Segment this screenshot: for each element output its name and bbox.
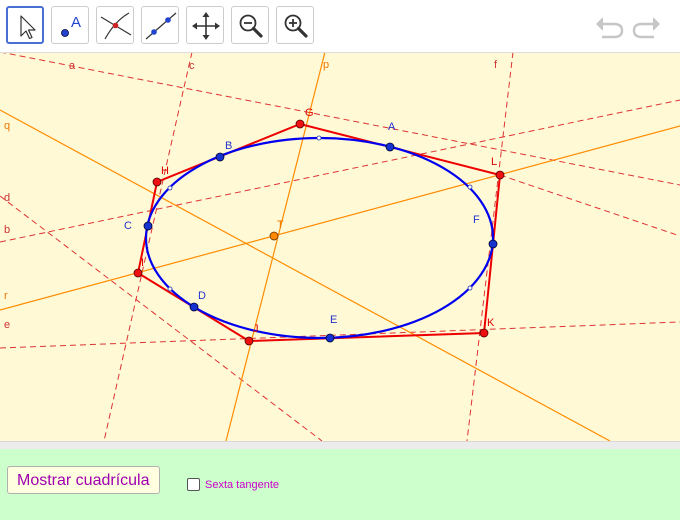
move-graphics-view-button[interactable] xyxy=(186,6,224,44)
sixth-tangent-checkbox[interactable] xyxy=(187,478,200,491)
label-line-c: c xyxy=(189,60,195,72)
graphics-view[interactable]: A B C D E F G H I J K L T a b c d e f p … xyxy=(0,53,680,441)
zoom-out-button[interactable] xyxy=(231,6,269,44)
line-c xyxy=(103,53,193,441)
label-line-r: r xyxy=(4,290,8,302)
point-f[interactable] xyxy=(488,239,498,249)
label-line-q: q xyxy=(4,120,10,132)
label-line-p: p xyxy=(323,59,329,71)
label-t: T xyxy=(277,219,284,231)
label-f: F xyxy=(473,214,480,226)
move-arrows-icon xyxy=(192,12,220,40)
label-h: H xyxy=(161,165,169,177)
tangency-point xyxy=(467,285,473,291)
point-on-line-icon xyxy=(145,12,177,40)
label-g: G xyxy=(305,107,314,119)
label-j: J xyxy=(253,323,259,335)
zoom-in-button[interactable] xyxy=(276,6,314,44)
tangency-point xyxy=(167,286,173,292)
point-t[interactable] xyxy=(269,231,279,241)
tangency-point xyxy=(167,185,173,191)
toolbar: A xyxy=(0,0,680,53)
point-on-object-tool-button[interactable] xyxy=(141,6,179,44)
label-d: D xyxy=(198,290,206,302)
point-g[interactable] xyxy=(295,119,305,129)
redo-button[interactable] xyxy=(630,12,662,40)
point-b[interactable] xyxy=(215,152,225,162)
point-d[interactable] xyxy=(189,302,199,312)
sixth-tangent-label: Sexta tangente xyxy=(205,479,280,491)
label-line-b: b xyxy=(4,224,10,236)
tangency-point xyxy=(316,135,322,141)
label-b: B xyxy=(225,140,232,152)
label-line-e: e xyxy=(4,319,10,331)
point-tool-button[interactable]: A xyxy=(51,6,89,44)
point-e[interactable] xyxy=(325,333,335,343)
move-tool-button[interactable] xyxy=(6,6,44,44)
label-e: E xyxy=(330,314,337,326)
line-q xyxy=(0,109,611,441)
line-l-extension xyxy=(499,174,680,237)
redo-icon xyxy=(632,17,660,39)
label-line-a: a xyxy=(69,60,76,72)
point-c[interactable] xyxy=(143,221,153,231)
show-grid-button[interactable]: Mostrar cuadrícula xyxy=(7,466,160,494)
point-j[interactable] xyxy=(244,336,254,346)
intersect-icon xyxy=(100,12,132,40)
intersect-tool-button[interactable] xyxy=(96,6,134,44)
label-line-f: f xyxy=(494,59,498,71)
panel-divider[interactable] xyxy=(0,441,680,449)
undo-button[interactable] xyxy=(594,12,626,40)
point-l[interactable] xyxy=(495,170,505,180)
tangency-point xyxy=(467,184,473,190)
undo-icon xyxy=(596,17,624,39)
bottom-panel: Mostrar cuadrícula Sexta tangente xyxy=(0,449,680,520)
line-r xyxy=(0,125,680,311)
point-a[interactable] xyxy=(385,142,395,152)
point-i[interactable] xyxy=(133,268,143,278)
construction-drawing[interactable]: A B C D E F G H I J K L T a b c d e f p … xyxy=(0,53,680,441)
label-line-d: d xyxy=(4,192,10,204)
point-k[interactable] xyxy=(479,328,489,338)
point-h[interactable] xyxy=(152,177,162,187)
label-i: I xyxy=(141,257,144,269)
line-b xyxy=(0,99,680,243)
zoom-out-icon xyxy=(239,14,263,38)
point-tool-letter: A xyxy=(71,14,81,31)
label-c: C xyxy=(124,220,132,232)
line-e xyxy=(0,321,680,349)
label-a: A xyxy=(388,121,396,133)
label-l: L xyxy=(491,156,497,168)
cursor-arrow-icon xyxy=(20,15,36,40)
point-icon: A xyxy=(61,14,81,37)
zoom-in-icon xyxy=(284,14,308,38)
label-k: K xyxy=(487,317,495,329)
